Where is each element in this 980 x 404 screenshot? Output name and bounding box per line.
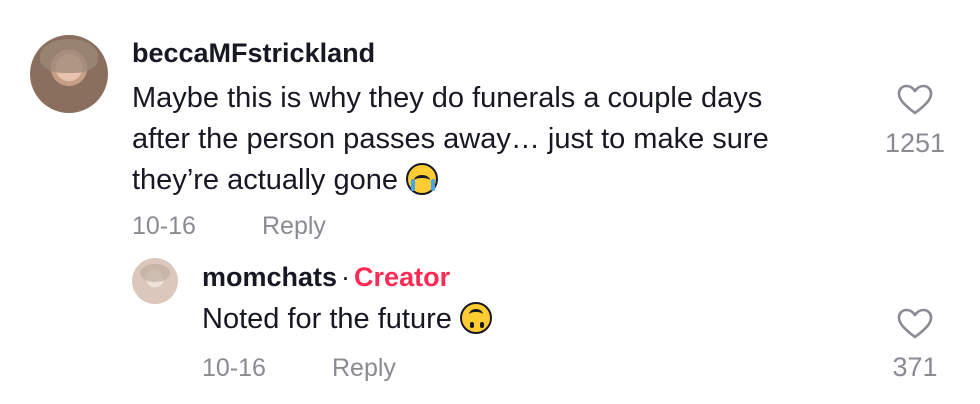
comment-line-3: they’re actually gone bbox=[132, 160, 769, 201]
creator-avatar[interactable] bbox=[132, 258, 178, 304]
comment-line-1: Maybe this is why they do funerals a cou… bbox=[132, 82, 763, 114]
separator-dot: · bbox=[341, 262, 351, 292]
reply-like-count: 371 bbox=[892, 352, 938, 382]
comment-heart-icon[interactable] bbox=[897, 84, 933, 116]
loudly-crying-face-emoji-icon bbox=[406, 163, 439, 195]
comment-like-count: 1251 bbox=[884, 128, 946, 158]
reply-username[interactable]: momchats bbox=[202, 262, 337, 292]
comment-line-2: after the person passes away… just to ma… bbox=[132, 123, 769, 155]
comment-text: Maybe this is why they do funerals a cou… bbox=[132, 78, 769, 201]
comment-line-3-text: they’re actually gone bbox=[132, 164, 398, 196]
commenter-avatar[interactable] bbox=[30, 35, 108, 113]
comment-username[interactable]: beccaMFstrickland bbox=[132, 38, 375, 69]
reply-date: 10-16 bbox=[202, 354, 266, 382]
upside-down-face-emoji-icon bbox=[459, 302, 492, 334]
creator-badge: Creator bbox=[354, 262, 451, 292]
reply-reply-button[interactable]: Reply bbox=[332, 354, 396, 383]
reply-header: momchats · Creator bbox=[202, 262, 450, 293]
reply-heart-icon[interactable] bbox=[897, 308, 933, 340]
reply-text-content: Noted for the future bbox=[202, 303, 452, 335]
comment-reply-button[interactable]: Reply bbox=[262, 212, 326, 241]
reply-text: Noted for the future bbox=[202, 299, 492, 340]
comment-date: 10-16 bbox=[132, 212, 196, 240]
